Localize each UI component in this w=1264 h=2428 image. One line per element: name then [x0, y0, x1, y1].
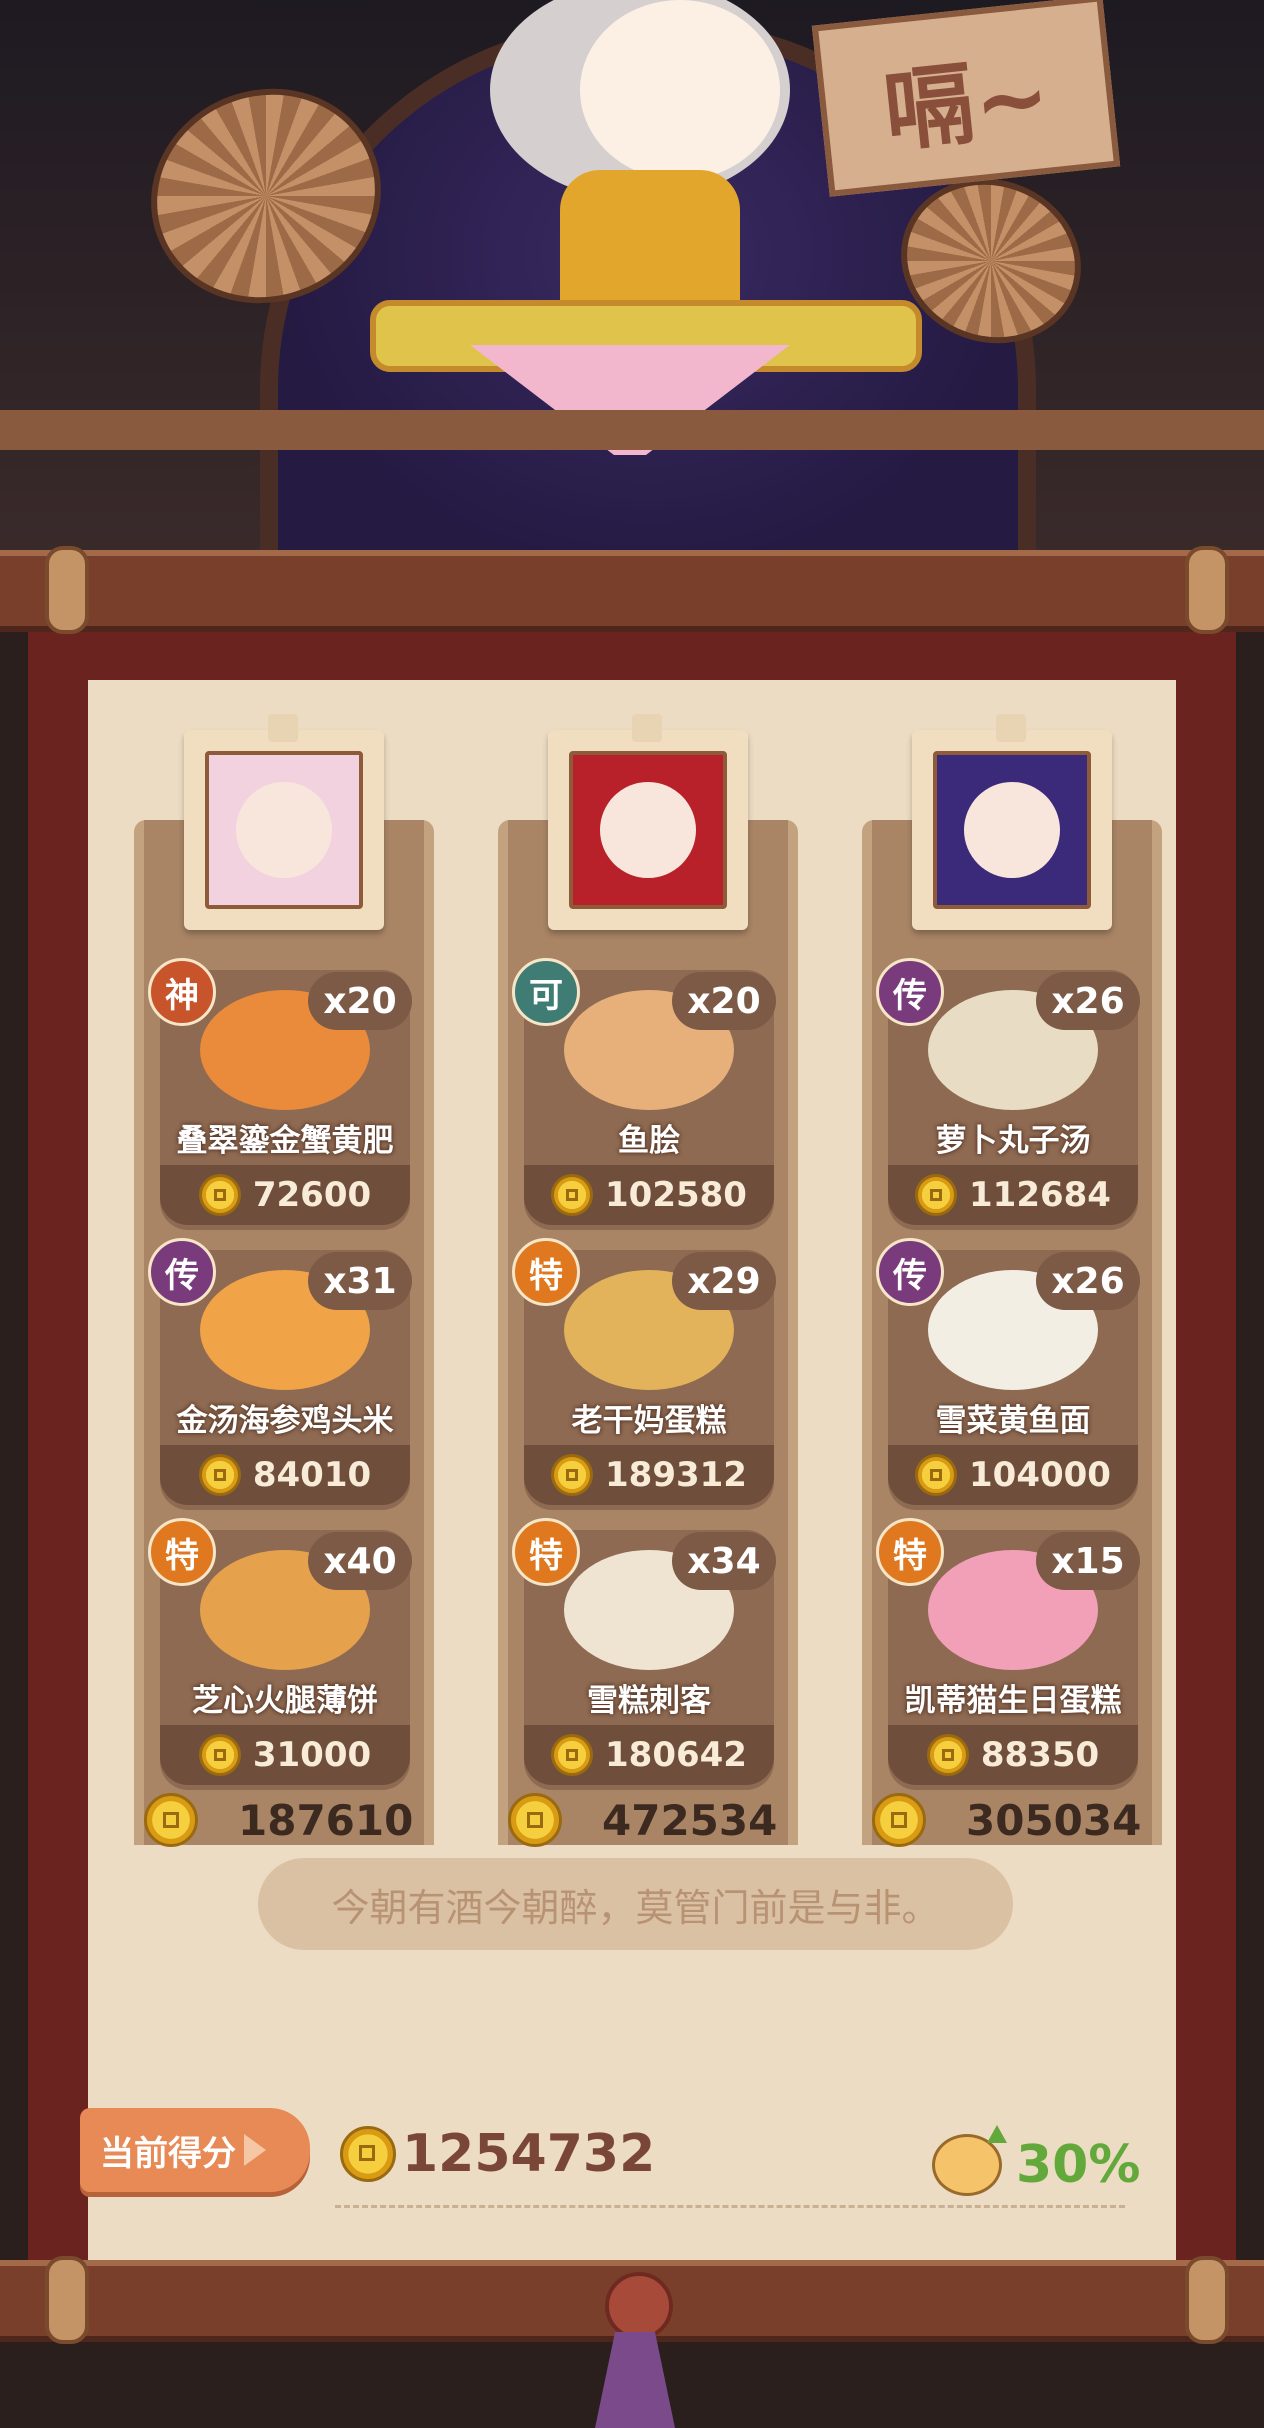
- column-total: 305034: [872, 1790, 1172, 1850]
- dish-count: x31: [308, 1252, 412, 1310]
- rarity-badge: 特: [512, 1238, 580, 1306]
- coin-icon: [340, 2126, 396, 2182]
- dish-count: x40: [308, 1532, 412, 1590]
- arrow-right-icon: [244, 2134, 266, 2166]
- dish-count: x34: [672, 1532, 776, 1590]
- coin-icon: [915, 1174, 958, 1216]
- fence-rail: [0, 410, 1264, 450]
- dish-price: 180642: [524, 1725, 774, 1785]
- dish-name: 叠翠鎏金蟹黄肥: [176, 1123, 394, 1159]
- rarity-badge: 特: [512, 1518, 580, 1586]
- coin-icon: [915, 1454, 958, 1496]
- scroll-knob: [1185, 546, 1229, 634]
- piggy-bank-icon: [932, 2125, 1007, 2196]
- scroll-knob: [45, 546, 89, 634]
- current-score-text: 当前得分: [100, 2133, 236, 2174]
- dish-name: 萝卜丸子汤: [935, 1123, 1091, 1159]
- rarity-badge: 神: [148, 958, 216, 1026]
- current-score-value: 1254732: [340, 2124, 655, 2184]
- dish-card[interactable]: 特 x34 雪糕刺客 180642: [512, 1518, 776, 1790]
- dish-price: 72600: [160, 1165, 410, 1225]
- dish-price: 189312: [524, 1445, 774, 1505]
- dish-price: 84010: [160, 1445, 410, 1505]
- dish-card[interactable]: 传 x26 萝卜丸子汤 112684: [876, 958, 1140, 1230]
- burp-text: 嗝~: [879, 43, 1055, 166]
- coin-icon: [198, 1454, 241, 1496]
- coin-icon: [551, 1734, 594, 1776]
- coin-icon: [551, 1174, 594, 1216]
- chef-portrait[interactable]: [184, 714, 384, 930]
- dish-price: 102580: [524, 1165, 774, 1225]
- current-score-label: 当前得分: [80, 2108, 310, 2192]
- coin-icon: [198, 1734, 241, 1776]
- rarity-badge: 传: [876, 1238, 944, 1306]
- dish-price: 112684: [888, 1165, 1138, 1225]
- dish-price: 31000: [160, 1725, 410, 1785]
- dish-price: 104000: [888, 1445, 1138, 1505]
- chef-portrait[interactable]: [912, 714, 1112, 930]
- scroll-knob: [1185, 2256, 1229, 2344]
- rarity-badge: 可: [512, 958, 580, 1026]
- dish-name: 雪糕刺客: [587, 1683, 711, 1719]
- dish-name: 雪菜黄鱼面: [935, 1403, 1091, 1439]
- coin-icon: [508, 1793, 562, 1847]
- chef-portrait[interactable]: [548, 714, 748, 930]
- coin-icon: [144, 1793, 198, 1847]
- quote-banner: 今朝有酒今朝醉，莫管门前是与非。: [258, 1858, 1013, 1950]
- judge-character: [580, 0, 780, 180]
- score-number: 1254732: [402, 2124, 656, 2184]
- dish-card[interactable]: 传 x31 金汤海参鸡头米 84010: [148, 1238, 412, 1510]
- dish-card[interactable]: 神 x20 叠翠鎏金蟹黄肥 72600: [148, 958, 412, 1230]
- dish-count: x29: [672, 1252, 776, 1310]
- dish-name: 凯蒂猫生日蛋糕: [904, 1683, 1122, 1719]
- kitchen-scene: 嗝~: [0, 0, 1264, 560]
- coin-icon: [551, 1454, 594, 1496]
- rarity-badge: 传: [876, 958, 944, 1026]
- dish-name: 老干妈蛋糕: [571, 1403, 727, 1439]
- bonus-text: 30%: [1016, 2135, 1141, 2195]
- rarity-badge: 传: [148, 1238, 216, 1306]
- dish-card[interactable]: 特 x15 凯蒂猫生日蛋糕 88350: [876, 1518, 1140, 1790]
- bonus-percent: 30%: [932, 2125, 1141, 2200]
- dish-count: x26: [1036, 972, 1140, 1030]
- column-total: 187610: [144, 1790, 444, 1850]
- dish-count: x20: [672, 972, 776, 1030]
- scroll-rod-top: [0, 546, 1264, 634]
- dish-card[interactable]: 可 x20 鱼脍 102580: [512, 958, 776, 1230]
- coin-icon: [926, 1734, 969, 1776]
- rarity-badge: 特: [876, 1518, 944, 1586]
- dish-card[interactable]: 特 x29 老干妈蛋糕 189312: [512, 1238, 776, 1510]
- rarity-badge: 特: [148, 1518, 216, 1586]
- dish-name: 鱼脍: [618, 1123, 680, 1159]
- dish-name: 金汤海参鸡头米: [176, 1403, 394, 1439]
- dish-count: x15: [1036, 1532, 1140, 1590]
- dish-name: 芝心火腿薄饼: [192, 1683, 378, 1719]
- dish-card[interactable]: 传 x26 雪菜黄鱼面 104000: [876, 1238, 1140, 1510]
- burp-sign: 嗝~: [811, 0, 1121, 197]
- column-total: 472534: [508, 1790, 808, 1850]
- coin-icon: [872, 1793, 926, 1847]
- scroll-knob: [45, 2256, 89, 2344]
- coin-icon: [198, 1174, 241, 1216]
- dish-count: x26: [1036, 1252, 1140, 1310]
- dish-count: x20: [308, 972, 412, 1030]
- tassel-decoration: [565, 2262, 705, 2428]
- divider: [335, 2205, 1125, 2208]
- dish-card[interactable]: 特 x40 芝心火腿薄饼 31000: [148, 1518, 412, 1790]
- dish-price: 88350: [888, 1725, 1138, 1785]
